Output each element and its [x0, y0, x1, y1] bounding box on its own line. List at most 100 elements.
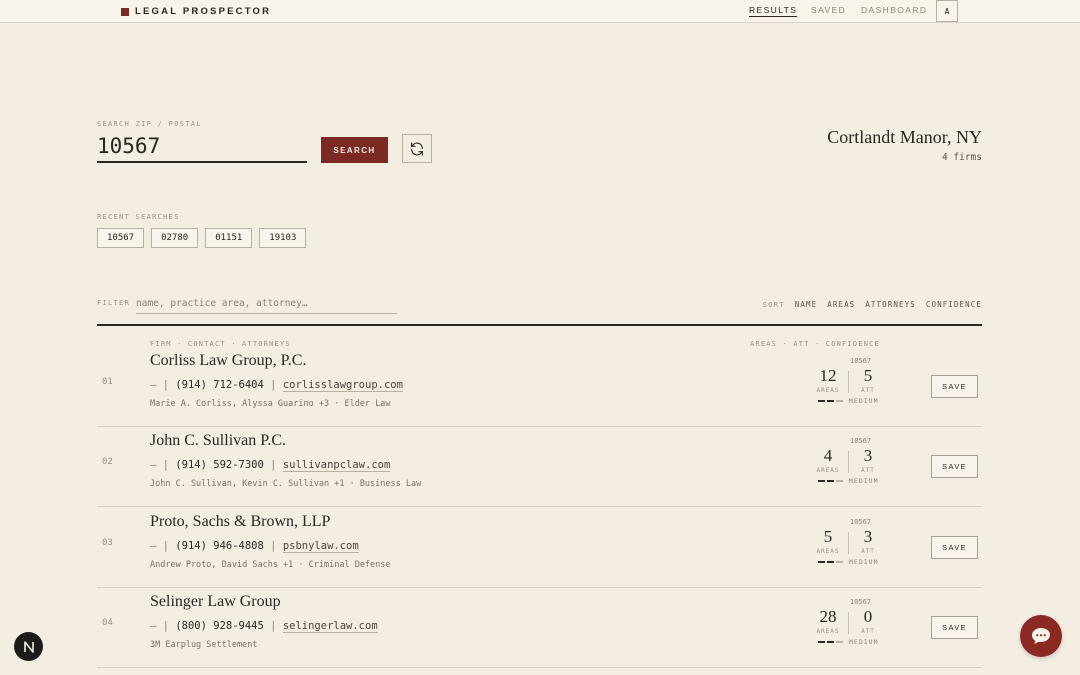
brand-logo[interactable]: LEGAL PROSPECTOR: [121, 6, 271, 17]
confidence-meter: MEDIUM: [818, 558, 878, 566]
refresh-icon: [411, 141, 423, 156]
firm-website-link[interactable]: sullivanpclaw.com: [282, 459, 391, 473]
contact-separator: |: [162, 379, 169, 391]
filter-input[interactable]: [136, 293, 397, 314]
confidence-bar: [818, 400, 825, 402]
areas-label: AREAS: [816, 627, 840, 635]
save-button[interactable]: SAVE: [931, 615, 978, 639]
areas-stat: 28 AREAS: [808, 606, 848, 635]
firm-attorneys: Marie A. Corliss, Alyssa Guarino +3 · El…: [150, 399, 391, 409]
attorneys-count: 0: [863, 606, 873, 626]
stat-divider: [848, 371, 849, 393]
contact-separator: |: [270, 379, 277, 391]
firm-website-link[interactable]: psbnylaw.com: [282, 539, 359, 553]
chat-button[interactable]: [1020, 615, 1062, 657]
row-index: 01: [102, 377, 113, 387]
stat-divider: [848, 611, 849, 634]
confidence-label: MEDIUM: [849, 557, 879, 566]
refresh-button[interactable]: [402, 134, 432, 163]
brand-name: LEGAL PROSPECTOR: [135, 6, 272, 17]
firm-row[interactable]: 02 John C. Sullivan P.C. — | (914) 592-7…: [97, 427, 982, 508]
recent-search-chip[interactable]: 02780: [151, 228, 199, 248]
firm-zip: 10567: [850, 437, 872, 446]
firm-attorneys: John C. Sullivan, Kevin C. Sullivan +1 ·…: [150, 479, 422, 490]
attorneys-stat: 3 ATT: [854, 446, 882, 475]
attorneys-count: 3: [863, 526, 873, 546]
contact-separator: |: [270, 539, 277, 552]
zip-search-input[interactable]: [97, 131, 307, 163]
nav-dashboard[interactable]: DASHBOARD: [861, 5, 927, 15]
firm-name[interactable]: John C. Sullivan P.C.: [150, 432, 286, 450]
firm-name[interactable]: Selinger Law Group: [150, 593, 281, 611]
areas-stat: 4 AREAS: [808, 447, 848, 475]
location-title: Cortlandt Manor, NY: [827, 127, 982, 147]
top-bar: LEGAL PROSPECTOR RESULTS SAVED DASHBOARD…: [0, 0, 1080, 23]
nav-results[interactable]: RESULTS: [749, 5, 798, 17]
firm-phone[interactable]: (800) 928-9445: [175, 620, 264, 632]
attorneys-stat: 5 ATT: [854, 367, 882, 395]
recent-search-chip[interactable]: 10567: [97, 228, 145, 248]
confidence-bar: [827, 400, 834, 402]
save-button[interactable]: SAVE: [931, 375, 978, 398]
contact-dash: —: [150, 379, 157, 391]
areas-count: 28: [819, 606, 837, 626]
confidence-label: MEDIUM: [849, 477, 879, 486]
contact-separator: |: [270, 619, 277, 632]
firm-name[interactable]: Corliss Law Group, P.C.: [150, 352, 306, 370]
firm-phone[interactable]: (914) 712-6404: [175, 379, 264, 391]
recent-search-chip[interactable]: 01151: [205, 228, 253, 248]
firm-website-link[interactable]: corlisslawgroup.com: [282, 379, 403, 392]
firm-phone[interactable]: (914) 592-7300: [175, 459, 264, 471]
sort-name[interactable]: NAME: [795, 300, 817, 309]
areas-label: AREAS: [816, 387, 840, 394]
confidence-bar: [818, 560, 825, 563]
confidence-bar: [827, 640, 834, 643]
sort-attorneys[interactable]: ATTORNEYS: [865, 300, 916, 309]
sort-bar: SORT NAME AREAS ATTORNEYS CONFIDENCE: [763, 300, 982, 309]
confidence-bar: [836, 480, 843, 483]
attorneys-label: ATT: [861, 547, 875, 555]
attorneys-stat: 0 ATT: [854, 606, 882, 635]
confidence-bar: [836, 640, 843, 643]
confidence-meter: MEDIUM: [818, 638, 878, 646]
contact-separator: |: [162, 459, 169, 472]
save-button[interactable]: SAVE: [931, 535, 978, 559]
areas-label: AREAS: [816, 467, 840, 475]
row-index: 02: [102, 457, 113, 468]
confidence-label: MEDIUM: [849, 637, 879, 646]
attorneys-count: 3: [863, 446, 873, 466]
stat-divider: [848, 451, 849, 474]
confidence-bar: [818, 480, 825, 483]
confidence-bar: [836, 560, 843, 563]
search-button[interactable]: SEARCH: [321, 137, 388, 163]
firm-zip: 10567: [850, 357, 872, 365]
row-index: 03: [102, 537, 113, 548]
attorneys-label: ATT: [861, 467, 875, 475]
avatar[interactable]: A: [936, 0, 958, 22]
save-button[interactable]: SAVE: [931, 455, 978, 479]
firm-contact: — | (914) 946-4808 | psbnylaw.com: [150, 539, 359, 553]
sort-label: SORT: [762, 300, 785, 309]
firm-name[interactable]: Proto, Sachs & Brown, LLP: [150, 513, 330, 531]
sort-confidence[interactable]: CONFIDENCE: [926, 300, 982, 309]
firm-row[interactable]: 01 Corliss Law Group, P.C. — | (914) 712…: [97, 347, 982, 427]
firm-attorneys: Andrew Proto, David Sachs +1 · Criminal …: [150, 559, 391, 570]
chat-bubble-icon: [1032, 628, 1050, 644]
firm-zip: 10567: [850, 517, 872, 526]
firm-count: 4 firms: [941, 152, 982, 163]
areas-stat: 12 AREAS: [808, 367, 848, 395]
firm-website-link[interactable]: selingerlaw.com: [282, 619, 378, 633]
sort-areas[interactable]: AREAS: [827, 300, 855, 309]
attorneys-label: ATT: [861, 387, 875, 394]
recent-search-chip[interactable]: 19103: [259, 228, 307, 248]
nav-saved[interactable]: SAVED: [811, 5, 846, 15]
confidence-bar: [818, 640, 825, 643]
firm-row[interactable]: 04 Selinger Law Group — | (800) 928-9445…: [97, 588, 982, 668]
framework-badge[interactable]: [14, 632, 43, 661]
firm-contact: — | (800) 928-9445 | selingerlaw.com: [150, 619, 378, 633]
firm-row[interactable]: 03 Proto, Sachs & Brown, LLP — | (914) 9…: [97, 508, 982, 588]
firm-attorneys: 3M Earplug Settlement: [150, 639, 258, 650]
areas-stat: 5 AREAS: [808, 527, 848, 555]
n-logo-icon: [23, 640, 34, 653]
firm-phone[interactable]: (914) 946-4808: [175, 540, 264, 552]
